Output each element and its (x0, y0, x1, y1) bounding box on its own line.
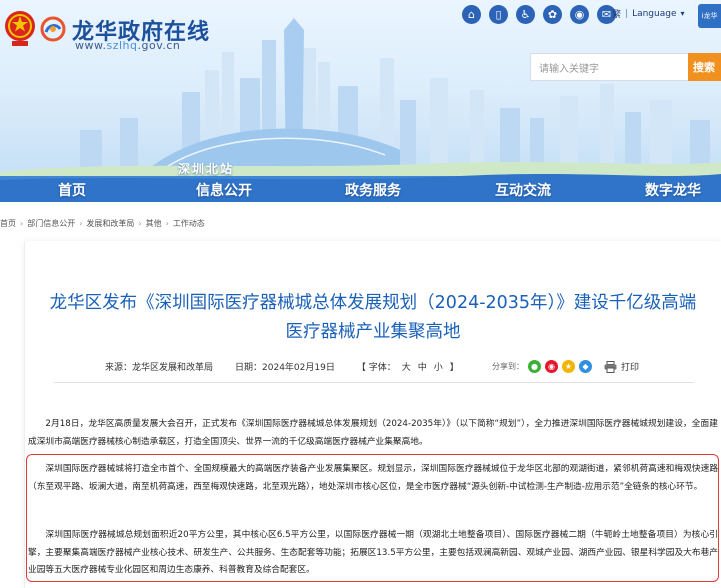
url-suffix: .gov.cn (137, 39, 181, 52)
qzone-share-icon[interactable]: ★ (562, 360, 575, 373)
print-button[interactable]: 打印 (604, 360, 639, 373)
longhua-logo-icon (40, 16, 66, 42)
language-dropdown[interactable]: Language (632, 9, 676, 19)
article-paragraph-2: 深圳国际医疗器械城将打造全市首个、全国规模最大的高端医疗装备产业发展集聚区。规划… (28, 464, 718, 492)
font-size-label: 【 字体： (356, 363, 396, 373)
crumb-work-news[interactable]: 工作动态 (173, 218, 205, 229)
language-bar: 繁 | Language ▾ (612, 7, 685, 21)
weibo-share-icon[interactable]: ◉ (545, 360, 558, 373)
crumb-other[interactable]: 其他 (146, 218, 162, 229)
chevron-right-icon: › (79, 218, 83, 228)
chevron-down-icon[interactable]: ▾ (680, 9, 684, 18)
font-size-medium[interactable]: 中 (418, 360, 427, 373)
nav-interaction[interactable]: 互动交流 (495, 180, 551, 200)
url-sub: szlhq (106, 39, 138, 52)
chevron-right-icon: › (20, 218, 24, 228)
crumb-dev-reform[interactable]: 发展和改革局 (86, 218, 134, 229)
qq-share-icon[interactable]: ◆ (579, 360, 592, 373)
font-size-large[interactable]: 大 (402, 360, 411, 373)
crumb-home[interactable]: 首页 (0, 218, 16, 229)
national-emblem-logo (5, 11, 35, 46)
article-source: 来源：龙华区发展和改革局 (105, 363, 214, 373)
station-sign: 深圳北站 (178, 162, 235, 176)
share-label: 分享到： (492, 362, 524, 371)
printer-icon (604, 360, 617, 373)
search-button[interactable]: 搜索 (688, 53, 721, 81)
mini-program-icon[interactable]: ✿ (543, 5, 562, 24)
accessibility-icon[interactable]: ♿ (516, 5, 535, 24)
nav-digital-longhua[interactable]: 数字龙华 (645, 180, 701, 200)
breadcrumb: 首页 › 部门信息公开 › 发展和改革局 › 其他 › 工作动态 (0, 215, 721, 231)
article-paragraph-3: 深圳国际医疗器械城总规划面积近20平方公里，其中核心区6.5平方公里，以国际医疗… (28, 530, 718, 575)
article-title: 龙华区发布《深圳国际医疗器械城总体发展规划（2024-2035年）》建设千亿级高… (49, 293, 697, 342)
search-input[interactable]: 请输入关键字 (530, 53, 688, 81)
font-size-close: 】 (449, 363, 459, 373)
share-bar: 分享到： ● ◉ ★ ◆ (492, 360, 592, 373)
lang-divider: | (625, 8, 629, 19)
site-url: www.szlhq.gov.cn (75, 39, 180, 52)
crumb-dept-info[interactable]: 部门信息公开 (27, 218, 75, 229)
lang-traditional[interactable]: 繁 (612, 7, 621, 20)
mobile-icon[interactable]: ▯ (489, 5, 508, 24)
meta-divider (54, 382, 694, 383)
main-nav: 首页 信息公开 政务服务 互动交流 数字龙华 (0, 176, 721, 202)
nav-gov-services[interactable]: 政务服务 (345, 180, 401, 200)
tool-icon-bar: ⌂ ▯ ♿ ✿ ◉ ✉ (462, 5, 616, 24)
wechat-share-icon[interactable]: ● (528, 360, 541, 373)
header-banner: 龙华政府在线 www.szlhq.gov.cn ⌂ ▯ ♿ ✿ ◉ ✉ 繁 | … (0, 0, 721, 202)
print-label: 打印 (621, 363, 640, 373)
nav-home[interactable]: 首页 (58, 180, 86, 200)
font-size-small[interactable]: 小 (434, 360, 443, 373)
url-prefix: www. (75, 39, 107, 52)
home-icon[interactable]: ⌂ (462, 5, 481, 24)
app-badge[interactable]: i龙华 (698, 4, 721, 28)
nav-info-disclosure[interactable]: 信息公开 (196, 180, 252, 200)
article-date: 日期：2024年02月19日 (235, 363, 335, 373)
weibo-icon[interactable]: ◉ (570, 5, 589, 24)
article-meta: 来源：龙华区发展和改革局 日期：2024年02月19日 【 字体： 大 中 小 … (105, 360, 459, 373)
article-paragraph-1: 2月18日，龙华区高质量发展大会召开，正式发布《深圳国际医疗器械城总体发展规划（… (28, 419, 718, 447)
chevron-right-icon: › (138, 218, 142, 228)
chevron-right-icon: › (165, 218, 169, 228)
